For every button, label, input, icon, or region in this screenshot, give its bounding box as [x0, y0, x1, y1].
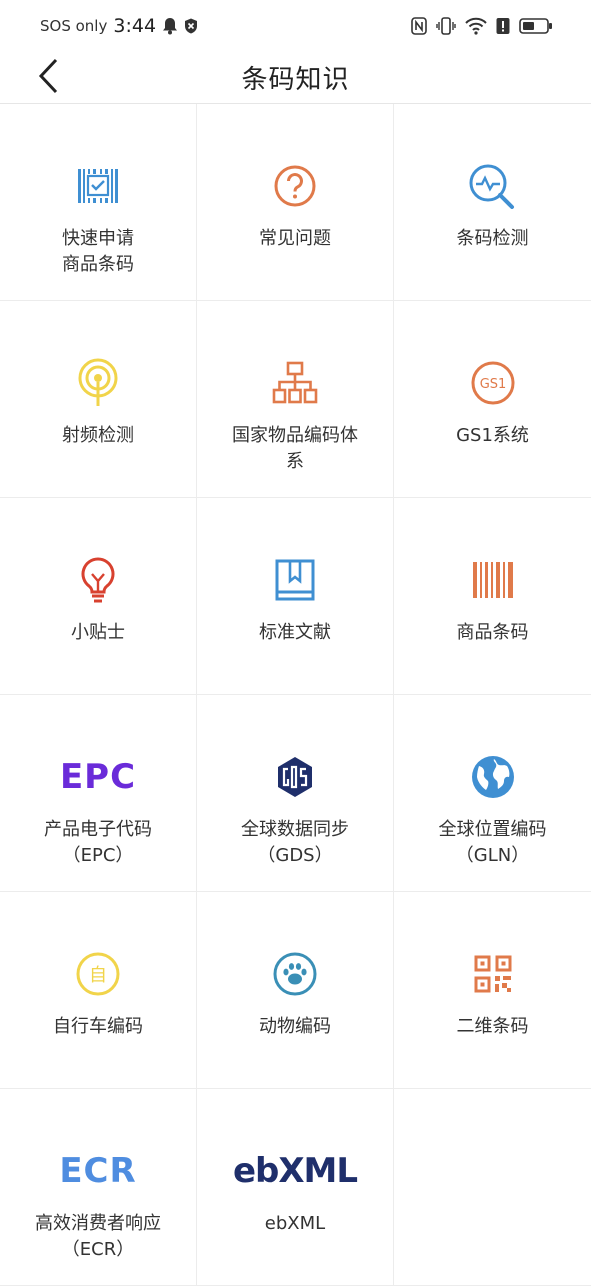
nfc-icon — [411, 17, 427, 35]
grid-item-national-coding[interactable]: 国家物品编码体 系 — [197, 301, 394, 498]
globe-icon — [463, 751, 523, 803]
grid-item-ecr[interactable]: ECR 高效消费者响应 （ECR） — [0, 1089, 197, 1286]
grid-item-qr[interactable]: 二维条码 — [394, 892, 591, 1089]
grid-item-label: 标准文献 — [259, 622, 331, 643]
gs1-badge-icon: GS1 — [463, 357, 523, 409]
lightbulb-icon — [68, 554, 128, 606]
grid-item-barcode-test[interactable]: 条码检测 — [394, 104, 591, 301]
grid-item-label: 小贴士 — [71, 622, 125, 643]
bell-icon — [162, 17, 178, 35]
grid-item-label: 全球数据同步 （GDS） — [241, 819, 349, 866]
grid-item-label: 动物编码 — [259, 1016, 331, 1037]
grid-item-label: 快速申请 商品条码 — [62, 228, 134, 275]
grid-item-label: 自行车编码 — [53, 1016, 143, 1037]
ebxml-logo-icon: ebXML — [220, 1145, 370, 1197]
app-header: 条码知识 — [0, 52, 591, 104]
grid-item-animal[interactable]: 动物编码 — [197, 892, 394, 1089]
feature-grid: 快速申请 商品条码 常见问题 条码检测 射频检测 国家物品编码体 系 GS1 G… — [0, 104, 591, 1286]
grid-item-label: 国家物品编码体 系 — [232, 425, 358, 472]
grid-item-rfid[interactable]: 射频检测 — [0, 301, 197, 498]
paw-icon — [265, 948, 325, 1000]
grid-item-label: 高效消费者响应 （ECR） — [35, 1213, 161, 1260]
grid-item-barcode-apply[interactable]: 快速申请 商品条码 — [0, 104, 197, 301]
grid-item-faq[interactable]: 常见问题 — [197, 104, 394, 301]
grid-item-label: 商品条码 — [456, 622, 529, 643]
org-chart-icon — [265, 357, 325, 409]
grid-item-label: 产品电子代码 （EPC） — [44, 819, 152, 866]
ecr-logo-icon: ECR — [59, 1145, 135, 1197]
grid-item-gs1[interactable]: GS1 GS1系统 — [394, 301, 591, 498]
bicycle-zi-icon: 自 — [68, 948, 128, 1000]
gs1-badge-text: GS1 — [479, 377, 506, 392]
grid-item-standards[interactable]: 标准文献 — [197, 498, 394, 695]
rfid-signal-icon — [68, 357, 128, 409]
grid-item-label: 二维条码 — [456, 1016, 529, 1037]
barcode-check-icon — [68, 160, 128, 212]
search-pulse-icon — [463, 160, 523, 212]
grid-item-tips[interactable]: 小贴士 — [0, 498, 197, 695]
clock: 3:44 — [113, 15, 157, 37]
ebxml-logo-text: ebXML — [232, 1151, 358, 1191]
grid-item-label: 条码检测 — [456, 228, 529, 249]
grid-item-empty — [394, 1089, 591, 1286]
grid-item-gds[interactable]: 全球数据同步 （GDS） — [197, 695, 394, 892]
epc-logo-text: EPC — [59, 757, 137, 797]
epc-logo-icon: EPC — [60, 751, 135, 803]
wifi-icon — [465, 17, 487, 35]
gds-logo-icon — [265, 751, 325, 803]
grid-item-label: 射频检测 — [62, 425, 134, 446]
bicycle-badge-text: 自 — [89, 965, 107, 986]
bookmark-book-icon — [265, 554, 325, 606]
question-circle-icon — [265, 160, 325, 212]
grid-item-bicycle[interactable]: 自 自行车编码 — [0, 892, 197, 1089]
barcode-icon — [463, 554, 523, 606]
carrier-text: SOS only — [40, 17, 108, 35]
grid-item-epc[interactable]: EPC 产品电子代码 （EPC） — [0, 695, 197, 892]
grid-item-label: GS1系统 — [456, 425, 529, 446]
status-bar: SOS only 3:44 — [0, 0, 591, 52]
shield-icon — [184, 18, 198, 34]
qr-code-icon — [463, 948, 523, 1000]
page-title: 条码知识 — [241, 65, 350, 95]
grid-item-product-barcode[interactable]: 商品条码 — [394, 498, 591, 695]
grid-item-label: 全球位置编码 （GLN） — [438, 819, 547, 866]
ecr-logo-text: ECR — [59, 1151, 137, 1191]
alert-icon — [496, 17, 510, 35]
battery-icon — [519, 17, 553, 35]
grid-item-ebxml[interactable]: ebXML ebXML — [197, 1089, 394, 1286]
grid-item-label: 常见问题 — [259, 228, 331, 249]
grid-item-label: ebXML — [264, 1213, 326, 1234]
grid-item-gln[interactable]: 全球位置编码 （GLN） — [394, 695, 591, 892]
vibrate-icon — [436, 17, 456, 35]
chevron-left-icon — [38, 58, 58, 94]
back-button[interactable] — [28, 56, 68, 96]
